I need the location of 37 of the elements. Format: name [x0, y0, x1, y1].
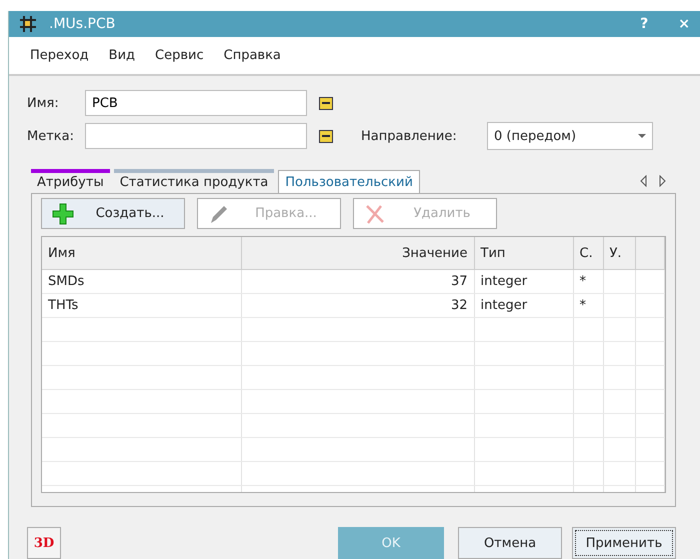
column-header[interactable]: Имя: [42, 237, 241, 270]
table-cell: 32: [450, 298, 468, 313]
table-cell: 37: [450, 274, 468, 289]
column-header[interactable]: Тип: [474, 237, 573, 270]
field-label: Метка:: [27, 128, 75, 144]
apply-button[interactable]: Применить: [572, 527, 676, 559]
field-label: Имя:: [27, 96, 60, 110]
minus-icon[interactable]: [319, 130, 333, 142]
table-cell: *: [580, 274, 586, 289]
tag-field[interactable]: [85, 123, 307, 149]
direction-dropdown[interactable]: 0 (передом): [487, 122, 653, 150]
tab[interactable]: Пользовательский: [278, 170, 420, 193]
menu-item[interactable]: Вид: [106, 46, 138, 65]
left-arrow-icon[interactable]: [640, 175, 647, 187]
caret-icon: [638, 134, 646, 138]
minus-icon[interactable]: [319, 96, 333, 110]
column-header[interactable]: У.: [603, 237, 635, 270]
table-cell: integer: [480, 274, 528, 289]
column-header[interactable]: Значение: [241, 237, 474, 270]
grid-icon: [19, 15, 37, 33]
plus-icon: [52, 202, 74, 224]
create-button[interactable]: Создать...: [41, 198, 185, 229]
menu-item[interactable]: Сервис: [152, 46, 207, 65]
field-label: Направление:: [360, 128, 458, 144]
right-arrow-icon[interactable]: [659, 175, 666, 187]
table-cell: SMDs: [48, 274, 84, 289]
menu-item[interactable]: Переход: [27, 46, 92, 65]
cross-icon: [364, 202, 386, 224]
cancel-button[interactable]: Отмена: [458, 527, 562, 559]
window-title: .MUs.PCB: [49, 16, 116, 32]
name-field[interactable]: PCB: [85, 90, 307, 116]
3d-button[interactable]: 3D: [27, 527, 61, 559]
column-header[interactable]: С.: [573, 237, 603, 270]
menu-item[interactable]: Справка: [220, 46, 284, 65]
table-cell: *: [580, 298, 586, 313]
table-cell: integer: [480, 298, 528, 313]
table-cell: THTs: [48, 298, 78, 313]
